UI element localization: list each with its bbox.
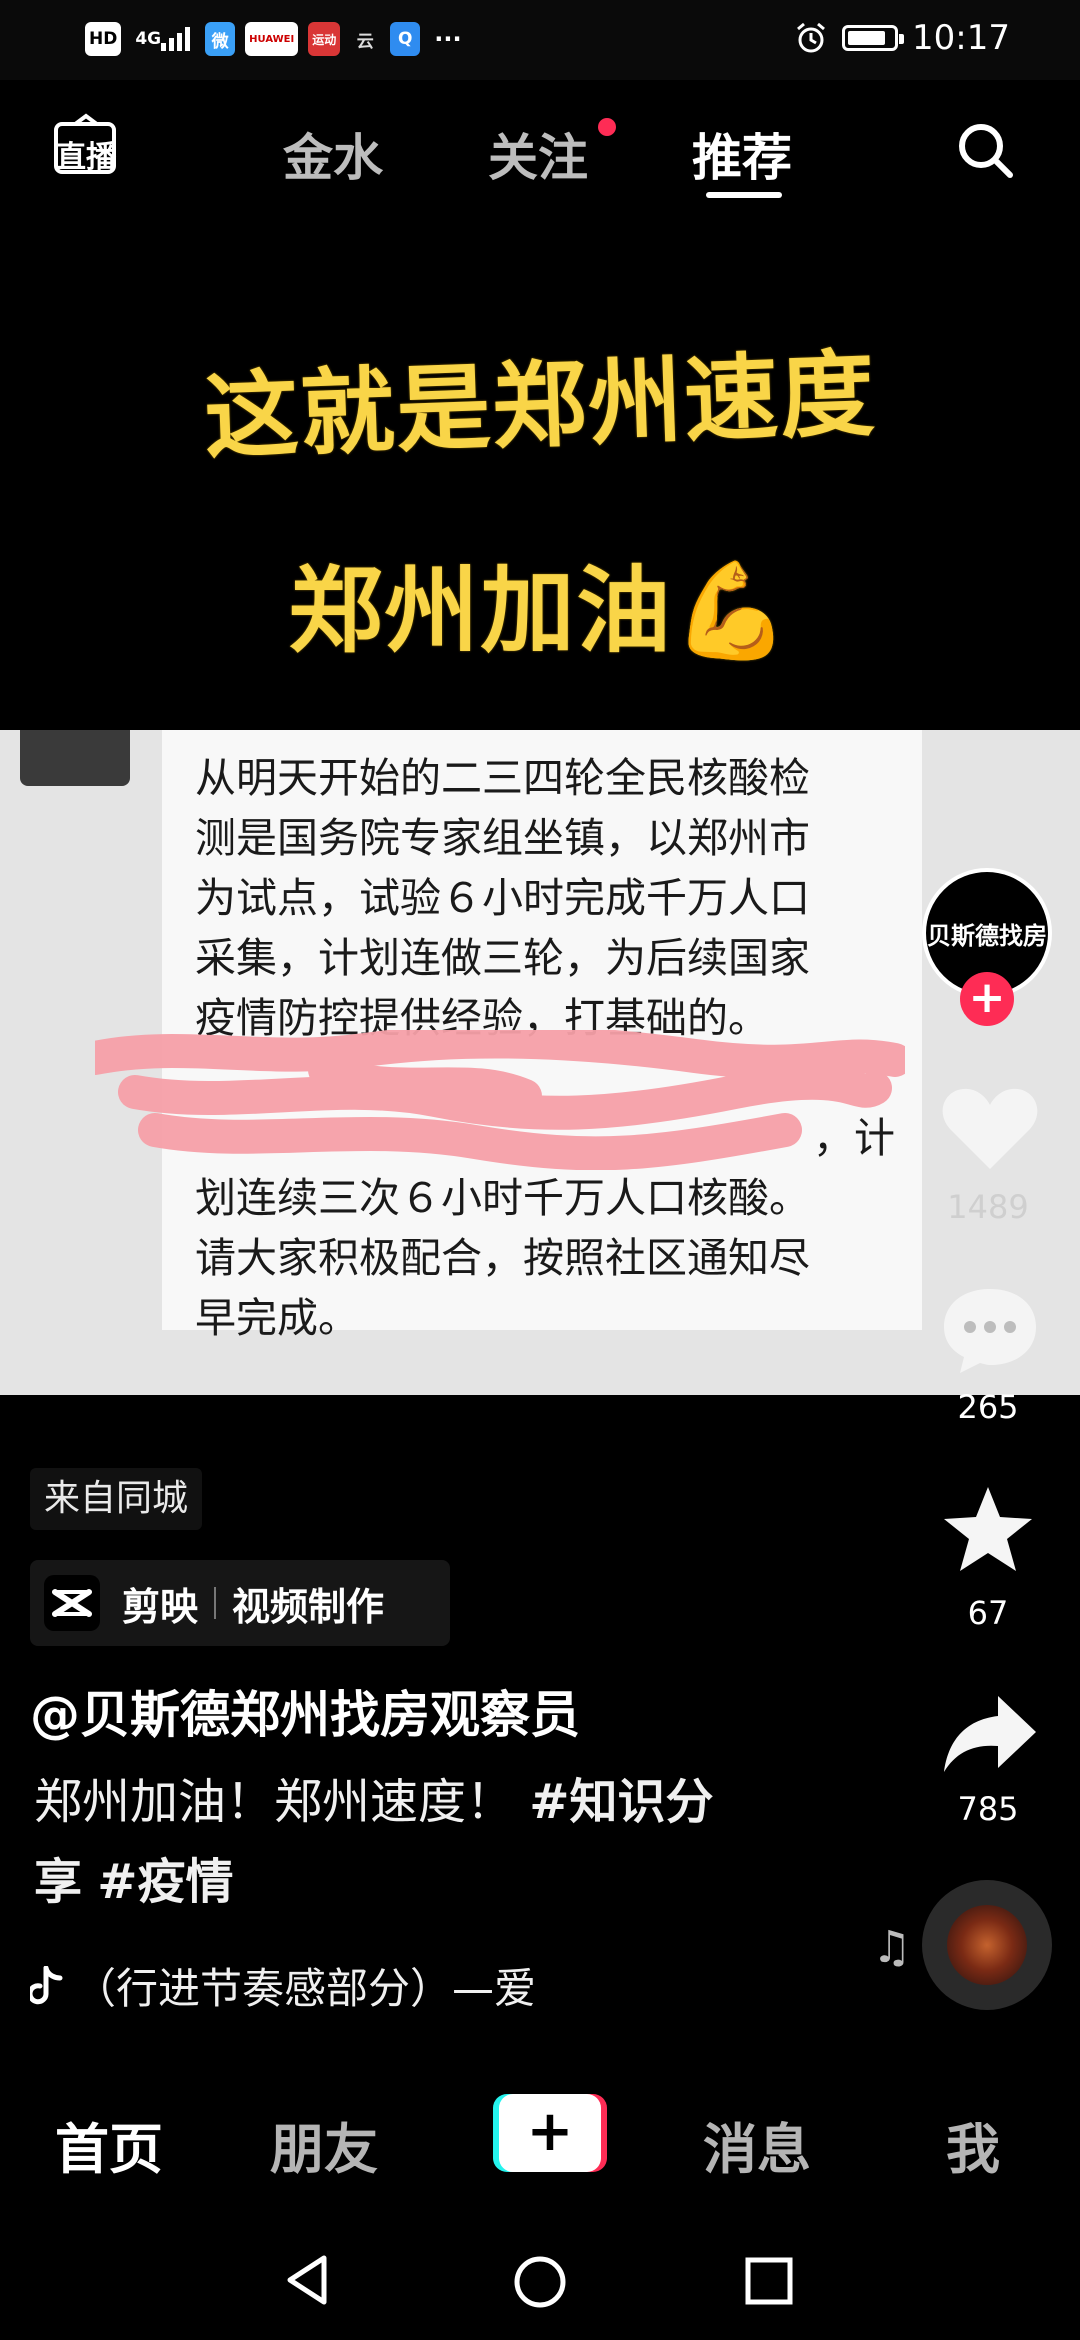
plus-icon: + bbox=[499, 2094, 601, 2172]
doc-line: 划连续三次６小时千万人口核酸。 bbox=[195, 1174, 810, 1222]
nav-messages[interactable]: 消息 bbox=[703, 2105, 811, 2184]
hashtag-knowledge-part2: 享 bbox=[34, 1854, 83, 1910]
doc-line: 请大家积极配合，按照社区通知尽 bbox=[195, 1234, 810, 1282]
tab-local[interactable]: 金水 bbox=[283, 118, 383, 190]
share-count: 785 bbox=[957, 1790, 1019, 1828]
tab-following[interactable]: 关注 bbox=[488, 118, 588, 190]
home-circle-icon[interactable] bbox=[512, 2254, 568, 2310]
alarm-icon bbox=[797, 22, 825, 53]
recents-square-icon[interactable] bbox=[744, 2256, 794, 2306]
status-icons-left: HD 4G 微 HUAWEI 运动 云 Q ··· bbox=[85, 22, 466, 56]
capcut-app-name: 剪映 bbox=[122, 1584, 199, 1629]
live-label: 直播 bbox=[56, 140, 116, 175]
tiktok-note-icon bbox=[30, 1965, 63, 2004]
sports-app-icon: 运动 bbox=[308, 22, 341, 56]
nav-friends[interactable]: 朋友 bbox=[270, 2105, 378, 2184]
like-heart-icon[interactable] bbox=[940, 1085, 1040, 1175]
capcut-tag: 视频制作 bbox=[232, 1584, 385, 1629]
redaction-scribble bbox=[95, 1030, 905, 1170]
live-button[interactable]: 直播 bbox=[52, 112, 120, 182]
chat-app-icon: 微 bbox=[205, 22, 236, 56]
battery-fill bbox=[848, 31, 886, 45]
capcut-logo-icon bbox=[44, 1575, 100, 1631]
active-tab-indicator bbox=[706, 192, 782, 198]
hd-icon: HD bbox=[85, 22, 122, 56]
signal-4g-icon: 4G bbox=[131, 22, 195, 56]
share-arrow-icon[interactable] bbox=[940, 1690, 1040, 1776]
doc-line: 测是国务院专家组坐镇，以郑州市 bbox=[195, 814, 810, 862]
comment-icon[interactable] bbox=[940, 1285, 1040, 1375]
doc-line: 为试点，试验６小时完成千万人口 bbox=[195, 874, 810, 922]
back-icon[interactable] bbox=[284, 2254, 332, 2306]
following-notification-dot bbox=[598, 118, 616, 136]
favorite-count: 67 bbox=[967, 1594, 1009, 1632]
description-text: 郑州加油！郑州速度！ bbox=[34, 1774, 515, 1830]
battery-icon bbox=[842, 25, 905, 51]
capcut-anchor[interactable]: 剪映 视频制作 bbox=[30, 1560, 450, 1646]
chat-avatar-thumbnail bbox=[20, 730, 130, 786]
follow-button[interactable]: + bbox=[960, 972, 1014, 1026]
music-disc-cover bbox=[947, 1905, 1027, 1985]
signal-bars-icon bbox=[161, 27, 191, 51]
music-track[interactable]: （行进节奏感部分）—爱 bbox=[30, 1955, 536, 2016]
author-avatar-label: 贝斯德找房 bbox=[927, 921, 1047, 950]
video-description: 郑州加油！郑州速度！ #知识分享 #疫情 bbox=[34, 1762, 754, 1922]
music-disc[interactable] bbox=[922, 1880, 1052, 2010]
like-count: 1489 bbox=[947, 1188, 1029, 1226]
cloud-icon: 云 bbox=[356, 31, 374, 52]
doc-line: 早完成。 bbox=[195, 1294, 359, 1342]
video-headline-2: 郑州加油💪 bbox=[288, 557, 792, 666]
doc-line: 采集，计划连做三轮，为后续国家 bbox=[195, 934, 810, 982]
clock: 10:17 bbox=[912, 18, 1010, 58]
more-notifications-icon: ··· bbox=[434, 25, 462, 53]
nav-me[interactable]: 我 bbox=[946, 2105, 1000, 2184]
huawei-app-icon: HUAWEI bbox=[245, 22, 299, 56]
tab-recommended[interactable]: 推荐 bbox=[692, 118, 792, 190]
hashtag-knowledge-part1: #知识分 bbox=[529, 1774, 714, 1830]
location-tag: 来自同城 bbox=[30, 1468, 203, 1530]
search-icon[interactable] bbox=[955, 120, 1015, 180]
network-type: 4G bbox=[135, 29, 162, 49]
author-name[interactable]: @贝斯德郑州找房观察员 bbox=[30, 1675, 580, 1747]
capcut-separator bbox=[214, 1587, 217, 1619]
nav-home[interactable]: 首页 bbox=[55, 2105, 163, 2184]
status-icons-right: 10:17 bbox=[794, 18, 1010, 58]
floating-music-note-icon: ♫ bbox=[872, 1922, 912, 1973]
search-app-icon: Q bbox=[390, 22, 421, 56]
music-title: （行进节奏感部分）—爱 bbox=[74, 1964, 537, 2013]
favorite-star-icon[interactable] bbox=[940, 1483, 1036, 1575]
create-button[interactable]: + bbox=[493, 2094, 607, 2172]
comment-count: 265 bbox=[957, 1388, 1019, 1426]
hashtag-epidemic[interactable]: #疫情 bbox=[97, 1854, 233, 1910]
doc-line: 从明天开始的二三四轮全民核酸检 bbox=[195, 754, 810, 802]
